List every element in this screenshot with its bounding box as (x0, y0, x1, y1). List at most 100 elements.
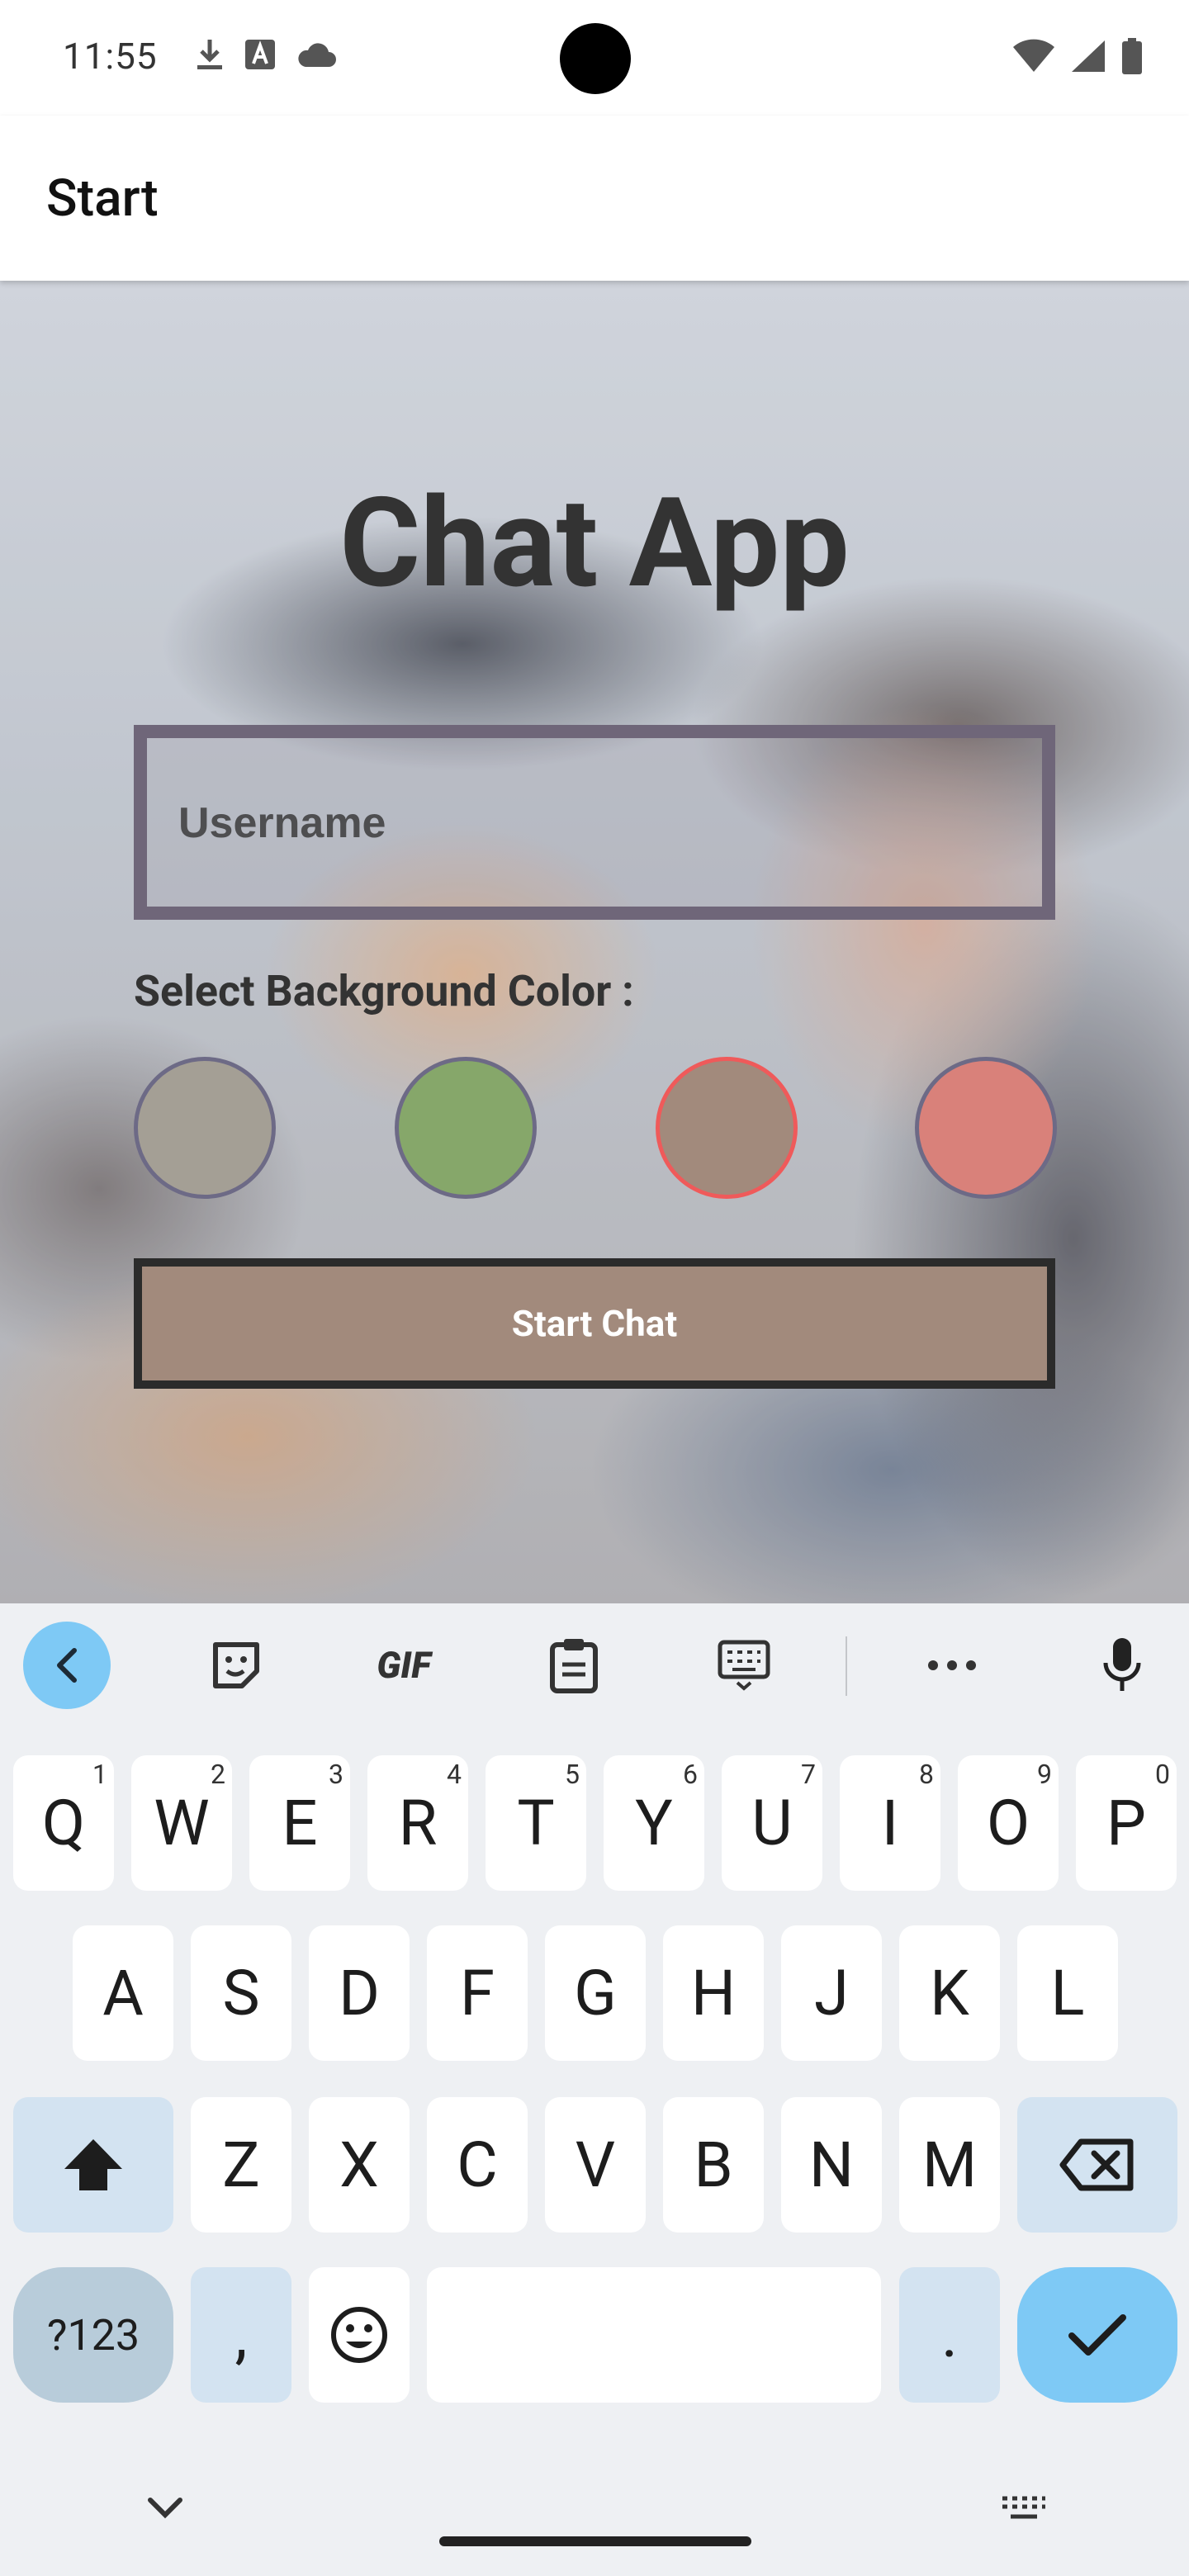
status-time: 11:55 (63, 35, 158, 78)
keyboard-mode-button[interactable] (715, 1633, 773, 1698)
key-t-hint: 5 (565, 1759, 580, 1790)
key-e-label: E (282, 1786, 318, 1860)
key-c[interactable]: C (427, 2097, 528, 2233)
key-z[interactable]: Z (191, 2097, 291, 2233)
battery-icon (1122, 38, 1142, 74)
key-u-label: U (751, 1786, 793, 1860)
key-r-label: R (398, 1786, 438, 1860)
key-w-label: W (154, 1786, 210, 1860)
on-screen-keyboard: GIF Q1 W2 E3 R4 T5 Y6 U7 I8 O9 P0 A S D … (0, 1603, 1189, 2576)
key-y-label: Y (635, 1786, 673, 1860)
clipboard-icon (550, 1639, 598, 1693)
key-o-label: O (986, 1786, 1030, 1860)
emoji-icon (331, 2307, 387, 2363)
page-title: Chat App (339, 471, 850, 616)
toolbar-divider (846, 1636, 847, 1696)
status-bar: 11:55 (0, 0, 1189, 116)
mic-button[interactable] (1098, 1633, 1146, 1698)
signal-icon (1072, 40, 1105, 72)
keyboard-icon (718, 1640, 770, 1691)
key-p-label: P (1106, 1786, 1146, 1860)
key-g[interactable]: G (545, 1925, 646, 2061)
backspace-icon (1059, 2138, 1134, 2191)
key-q-hint: 1 (92, 1759, 107, 1790)
checkmark-icon (1068, 2314, 1126, 2356)
key-w-hint: 2 (211, 1759, 225, 1790)
start-chat-label: Start Chat (511, 1302, 678, 1345)
start-chat-button[interactable]: Start Chat (134, 1258, 1055, 1389)
key-b[interactable]: B (663, 2097, 764, 2233)
gif-button[interactable]: GIF (368, 1633, 439, 1698)
switch-keyboard-button[interactable] (1001, 2495, 1047, 2525)
key-e[interactable]: E3 (249, 1755, 350, 1891)
key-u-hint: 7 (801, 1759, 816, 1790)
key-n[interactable]: N (781, 2097, 882, 2233)
key-p-hint: 0 (1155, 1759, 1170, 1790)
back-chevron-icon (57, 1648, 77, 1683)
key-t-label: T (517, 1786, 555, 1860)
background-color-label: Select Background Color : (134, 966, 634, 1016)
backspace-key[interactable] (1017, 2097, 1177, 2233)
username-input[interactable] (177, 738, 1006, 908)
key-t[interactable]: T5 (486, 1755, 586, 1891)
mic-icon (1103, 1638, 1141, 1691)
comma-key[interactable]: , (191, 2267, 291, 2403)
key-i-label: I (881, 1786, 899, 1860)
key-s[interactable]: S (191, 1925, 291, 2061)
color-swatch-brown[interactable] (656, 1057, 798, 1199)
sticker-button[interactable] (205, 1633, 268, 1698)
keyboard-switch-icon (1002, 2496, 1045, 2519)
more-icon (928, 1660, 976, 1670)
key-f[interactable]: F (427, 1925, 528, 2061)
key-k[interactable]: K (899, 1925, 1000, 2061)
chevron-down-icon (148, 2498, 182, 2519)
sticker-icon (213, 1642, 259, 1688)
key-x[interactable]: X (309, 2097, 410, 2233)
key-o-hint: 9 (1037, 1759, 1052, 1790)
system-icons (1012, 38, 1143, 74)
shift-key[interactable] (13, 2097, 173, 2233)
key-o[interactable]: O9 (958, 1755, 1059, 1891)
more-button[interactable] (925, 1633, 979, 1698)
key-p[interactable]: P0 (1076, 1755, 1177, 1891)
key-a[interactable]: A (73, 1925, 173, 2061)
space-key[interactable] (427, 2267, 881, 2403)
key-q[interactable]: Q1 (13, 1755, 114, 1891)
key-m[interactable]: M (899, 2097, 1000, 2233)
keyboard-toolbar: GIF (0, 1603, 1189, 1727)
key-v[interactable]: V (545, 2097, 646, 2233)
hide-keyboard-button[interactable] (147, 2497, 183, 2523)
key-h[interactable]: H (663, 1925, 764, 2061)
color-swatch-pink[interactable] (915, 1057, 1057, 1199)
key-i[interactable]: I8 (840, 1755, 940, 1891)
username-field[interactable] (134, 725, 1055, 920)
app-bar-title: Start (46, 168, 159, 229)
notification-icons (195, 38, 337, 71)
key-r-hint: 4 (447, 1759, 462, 1790)
key-y-hint: 6 (683, 1759, 698, 1790)
collapse-toolbar-button[interactable] (23, 1622, 111, 1709)
key-y[interactable]: Y6 (604, 1755, 704, 1891)
camera-cutout (560, 23, 631, 94)
app-bar: Start (0, 116, 1189, 281)
key-i-hint: 8 (919, 1759, 934, 1790)
key-u[interactable]: U7 (722, 1755, 822, 1891)
key-d[interactable]: D (309, 1925, 410, 2061)
enter-key[interactable] (1017, 2267, 1177, 2403)
color-swatch-green[interactable] (395, 1057, 537, 1199)
download-icon (197, 40, 222, 69)
emoji-key[interactable] (309, 2267, 410, 2403)
key-r[interactable]: R4 (367, 1755, 468, 1891)
key-l[interactable]: L (1017, 1925, 1118, 2061)
key-j[interactable]: J (781, 1925, 882, 2061)
key-q-label: Q (41, 1786, 86, 1860)
key-w[interactable]: W2 (131, 1755, 232, 1891)
key-e-hint: 3 (329, 1759, 343, 1790)
clipboard-button[interactable] (545, 1633, 603, 1698)
color-swatch-gray[interactable] (134, 1057, 276, 1199)
background-image: Chat App Select Background Color : Start… (0, 281, 1189, 1603)
gesture-nav-handle[interactable] (439, 2536, 751, 2546)
cloud-icon (298, 43, 336, 67)
symbols-key[interactable]: ?123 (13, 2267, 173, 2403)
period-key[interactable]: . (899, 2267, 1000, 2403)
